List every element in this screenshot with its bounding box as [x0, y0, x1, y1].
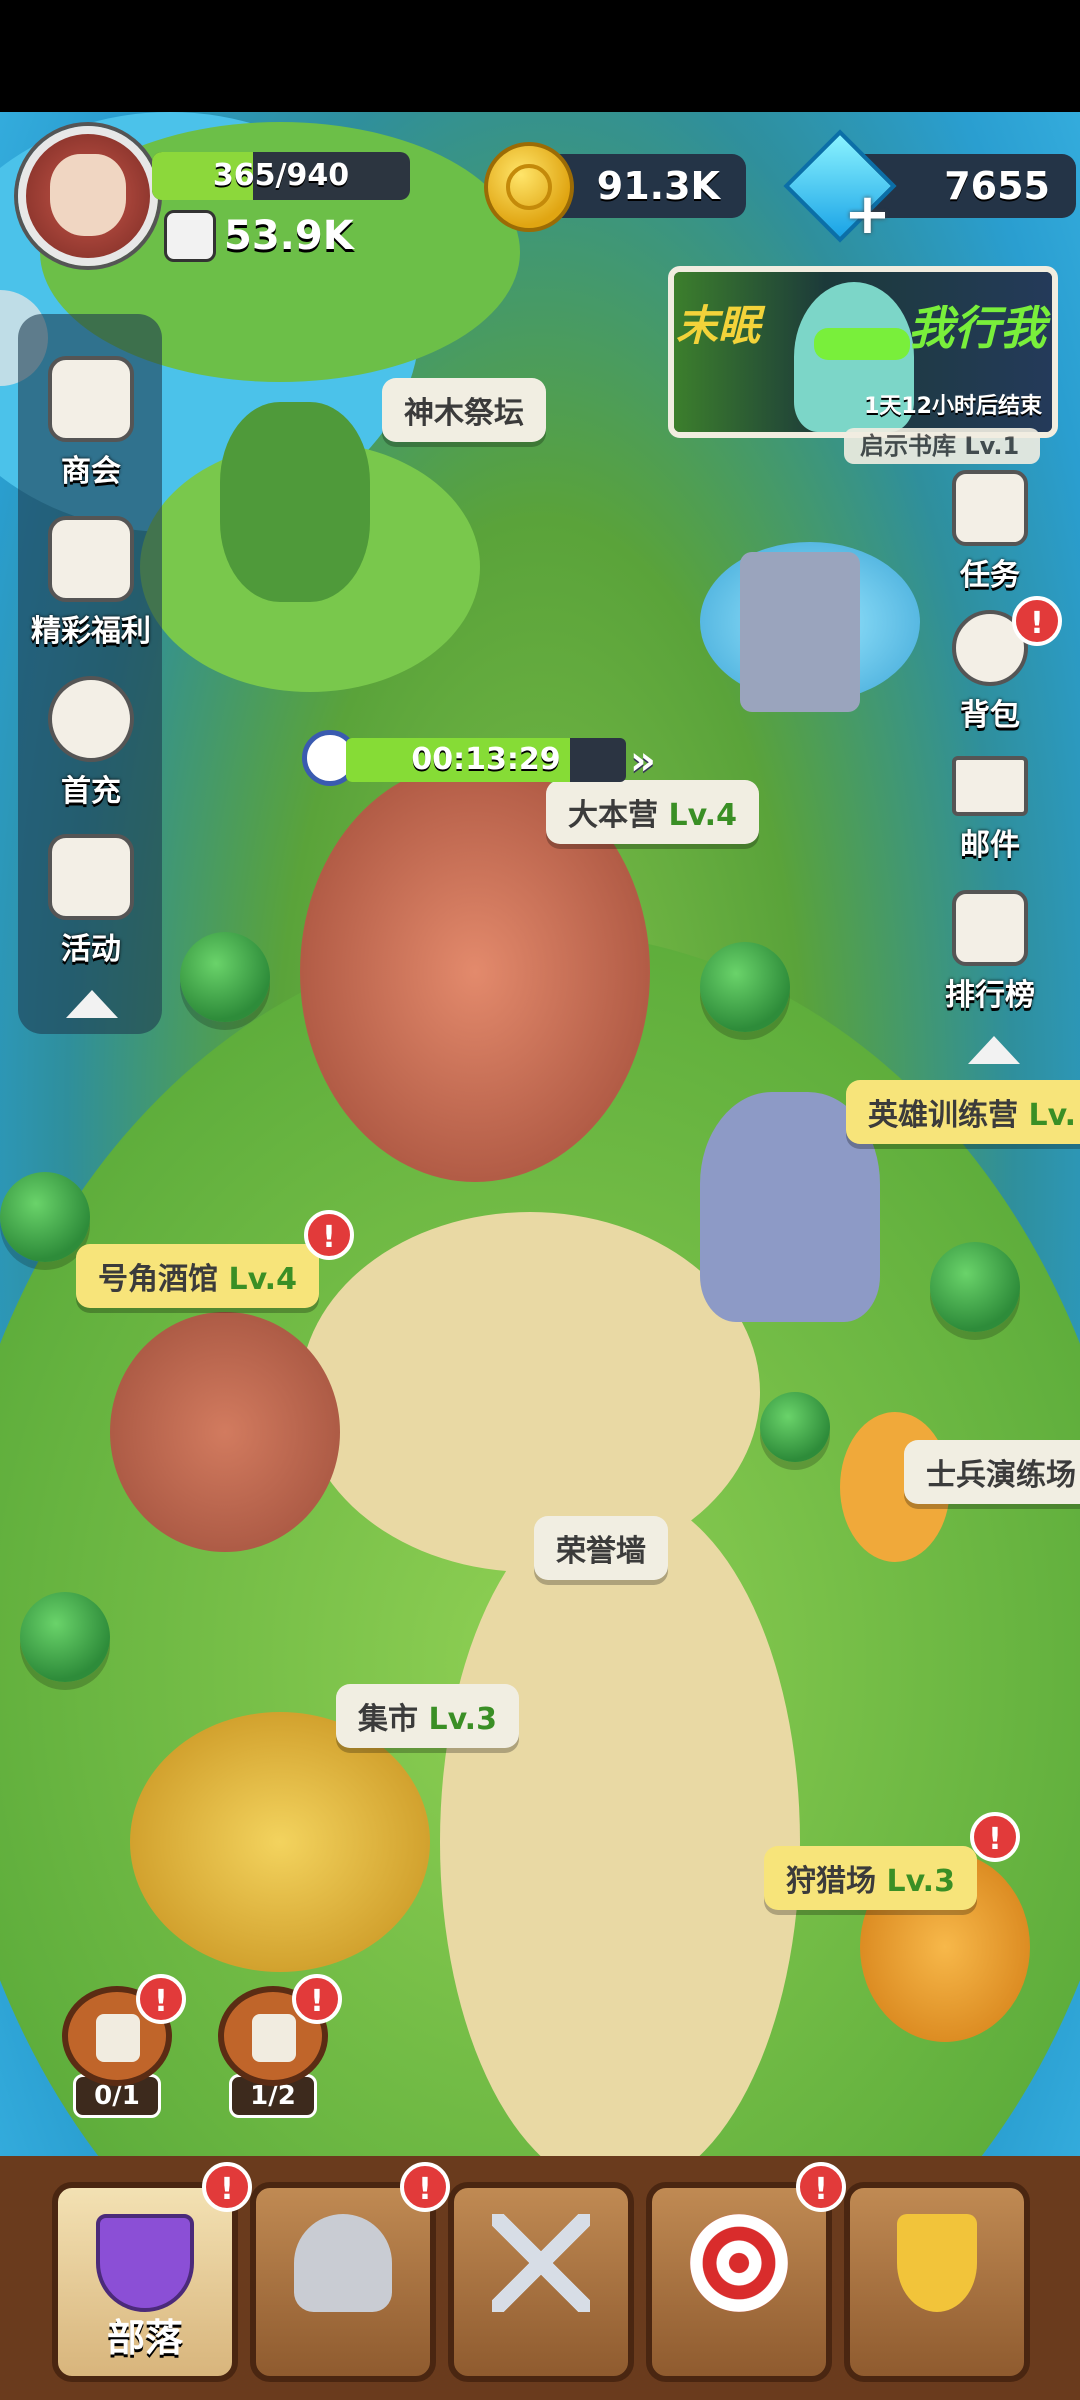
menu-first-recharge-button[interactable]: 首充: [16, 676, 166, 810]
first-recharge-icon: [48, 676, 134, 762]
tribe-shield-icon: [96, 2214, 194, 2312]
drill-ground-label[interactable]: 士兵演练场: [904, 1440, 1080, 1504]
collapse-right-menu-icon[interactable]: [968, 1036, 1020, 1064]
tree: [20, 1592, 110, 1682]
library-monolith[interactable]: [740, 552, 860, 712]
crossed-swords-icon: [492, 2214, 590, 2312]
nav-trophy-button[interactable]: [844, 2182, 1030, 2382]
target-icon: [690, 2214, 788, 2312]
trophy-icon: [897, 2214, 977, 2312]
coin-value: 91.3K: [596, 164, 720, 208]
hunting-name: 狩猎场: [786, 1864, 876, 1899]
tools-alert-icon: !: [292, 1974, 342, 2024]
nav-tribe-label: 部落: [106, 2316, 183, 2360]
backpack-label: 背包: [960, 698, 1020, 733]
market-level: Lv.3: [428, 1702, 497, 1737]
menu-welfare-button[interactable]: 精彩福利: [16, 516, 166, 650]
nav-target-alert-icon: !: [796, 2162, 846, 2212]
shop-icon: [48, 356, 134, 442]
leaderboard-icon: [952, 890, 1028, 966]
market-label[interactable]: 集市 Lv.3: [336, 1684, 519, 1748]
nav-heroes-button[interactable]: [250, 2182, 436, 2382]
nav-heroes-alert-icon: !: [400, 2162, 450, 2212]
player-avatar[interactable]: [18, 126, 158, 266]
quest-label: 任务: [960, 558, 1020, 593]
dirt-road: [440, 1492, 800, 2192]
hunting-label[interactable]: 狩猎场 Lv.3: [764, 1846, 977, 1910]
quest-button[interactable]: 任务: [930, 470, 1050, 594]
tree: [180, 932, 270, 1022]
drill-ground-name: 士兵演练场: [926, 1458, 1076, 1493]
market-building[interactable]: [130, 1712, 430, 1972]
tavern-building[interactable]: [110, 1312, 340, 1552]
leaderboard-label: 排行榜: [945, 978, 1035, 1013]
tree: [700, 942, 790, 1032]
power-value: 53.9K: [224, 213, 354, 259]
event-countdown: 1天12小时后结束: [864, 394, 1042, 419]
town-hall-label[interactable]: 大本营 Lv.4: [546, 780, 759, 844]
coin-icon: [484, 142, 574, 232]
nav-tribe-button[interactable]: 部落: [52, 2182, 238, 2382]
tree: [930, 1242, 1020, 1332]
gem-value: 7655: [944, 164, 1050, 208]
menu-first-recharge-label: 首充: [61, 774, 121, 809]
avatar-face: [50, 154, 126, 236]
tree: [0, 1172, 90, 1262]
hero-camp-label[interactable]: 英雄训练营 Lv.: [846, 1080, 1080, 1144]
town-hall-name: 大本营: [568, 798, 658, 833]
quest-book-alert-icon: !: [136, 1974, 186, 2024]
event-banner[interactable]: 末眠 我行我 1天12小时后结束: [668, 266, 1058, 438]
gift-box-icon: [48, 516, 134, 602]
honor-wall-name: 荣誉墙: [556, 1534, 646, 1569]
nav-battle-button[interactable]: [448, 2182, 634, 2382]
library-label[interactable]: 启示书库 Lv.1: [844, 428, 1040, 464]
quest-scroll-icon: [952, 470, 1028, 546]
fist-icon: [164, 210, 216, 262]
mail-icon: [952, 756, 1028, 816]
collapse-left-menu-icon[interactable]: [66, 990, 118, 1018]
menu-welfare-label: 精彩福利: [31, 614, 151, 649]
exp-text: 365/940: [212, 158, 350, 193]
hero-camp-level: Lv.: [1028, 1098, 1077, 1133]
shrine-label[interactable]: 神木祭坛: [382, 378, 546, 442]
event-goggles: [814, 328, 910, 360]
shrine-building[interactable]: [220, 402, 370, 602]
speed-up-button[interactable]: »: [630, 738, 656, 784]
tavern-label[interactable]: 号角酒馆 Lv.4: [76, 1244, 319, 1308]
build-timer-bar: 00:13:29: [346, 738, 626, 782]
dirt-path: [300, 1212, 760, 1572]
tavern-level: Lv.4: [228, 1262, 297, 1297]
event-title-left: 末眠: [676, 301, 761, 350]
tavern-alert-icon: !: [304, 1210, 354, 1260]
menu-activity-label: 活动: [61, 932, 121, 967]
viking-helmet-icon: [294, 2214, 392, 2312]
power-display: 53.9K: [164, 210, 354, 262]
shrine-name: 神木祭坛: [404, 396, 524, 431]
exp-bar: 365/940: [152, 152, 410, 200]
mail-label: 邮件: [960, 828, 1020, 863]
tavern-name: 号角酒馆: [98, 1262, 218, 1297]
tree: [760, 1392, 830, 1462]
market-name: 集市: [358, 1702, 418, 1737]
event-title-right: 我行我: [908, 301, 1046, 355]
nav-tribe-alert-icon: !: [202, 2162, 252, 2212]
build-timer-text: 00:13:29: [411, 742, 561, 777]
menu-shop-button[interactable]: 商会: [16, 356, 166, 490]
menu-activity-button[interactable]: 活动: [16, 834, 166, 968]
hunting-alert-icon: !: [970, 1812, 1020, 1862]
honor-wall-label[interactable]: 荣誉墙: [534, 1516, 668, 1580]
nav-target-button[interactable]: [646, 2182, 832, 2382]
mail-button[interactable]: 邮件: [930, 756, 1050, 864]
menu-shop-label: 商会: [61, 454, 121, 489]
hero-camp-name: 英雄训练营: [868, 1098, 1018, 1133]
add-gems-icon[interactable]: +: [844, 187, 894, 243]
town-hall-level: Lv.4: [668, 798, 737, 833]
leaderboard-button[interactable]: 排行榜: [930, 890, 1050, 1014]
hunting-level: Lv.3: [886, 1864, 955, 1899]
backpack-alert-icon: !: [1012, 596, 1062, 646]
activity-cards-icon: [48, 834, 134, 920]
